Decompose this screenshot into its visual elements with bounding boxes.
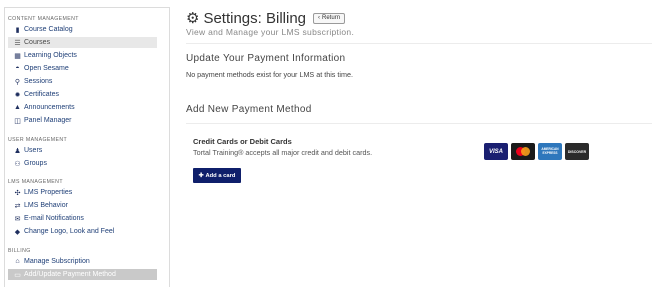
- sidebar-item-label: Users: [24, 147, 43, 154]
- sidebar-item-label: Groups: [24, 160, 47, 167]
- sidebar-item-label: Manage Subscription: [24, 258, 90, 265]
- chevron-left-icon: ‹: [318, 15, 321, 21]
- amex-logo: AMERICAN EXPRESS: [538, 143, 562, 160]
- sidebar-item-lms-properties[interactable]: ✣ LMS Properties: [8, 187, 157, 198]
- user-icon: ♟: [14, 147, 21, 155]
- certificate-icon: ✹: [14, 91, 21, 99]
- bank-icon: ⌂: [15, 258, 20, 265]
- tint-icon: ◆: [14, 228, 21, 236]
- sidebar-item-label: Sessions: [24, 78, 53, 85]
- list-icon: ☰: [14, 39, 21, 47]
- sidebar-item-open-sesame[interactable]: ◓ Open Sesame: [8, 63, 157, 74]
- sidebar-item-label: Open Sesame: [24, 65, 69, 72]
- sidebar-item-announcements[interactable]: ▲ Announcements: [8, 102, 157, 113]
- sidebar-item-learning-objects[interactable]: ▦ Learning Objects: [8, 50, 157, 61]
- book-icon: ▮: [15, 26, 20, 34]
- sidebar-item-users[interactable]: ♟ Users: [8, 145, 157, 156]
- sidebar-item-manage-subscription[interactable]: ⌂ Manage Subscription: [8, 256, 157, 267]
- return-button[interactable]: ‹ Return: [313, 12, 346, 24]
- sidebar-item-label: Courses: [24, 39, 51, 46]
- header-divider: [186, 43, 652, 44]
- sidebar-item-label: Course Catalog: [24, 26, 73, 33]
- sidebar-item-label: Add/Update Payment Method: [24, 271, 116, 278]
- map-marker-icon: ⚲: [14, 78, 21, 86]
- sitemap-icon: ✣: [14, 189, 21, 197]
- card-type-description: Tortal Training® accepts all major credi…: [193, 148, 373, 157]
- sidebar-item-courses[interactable]: ☰ Courses: [8, 37, 157, 48]
- page-subtitle: View and Manage your LMS subscription.: [186, 27, 355, 37]
- sidebar-item-label: E-mail Notifications: [24, 215, 84, 222]
- plus-icon: ✚: [198, 172, 204, 179]
- new-method-divider: [186, 123, 652, 124]
- sidebar-item-email-notifications[interactable]: ✉ E-mail Notifications: [8, 213, 157, 224]
- page-title: Settings: Billing: [203, 9, 307, 27]
- panel-icon: ◫: [14, 117, 21, 125]
- new-method-heading: Add New Payment Method: [186, 104, 312, 115]
- sidebar-item-panel-manager[interactable]: ◫ Panel Manager: [8, 115, 157, 126]
- grid-icon: ▦: [14, 52, 21, 60]
- sidebar-item-label: Announcements: [24, 104, 75, 111]
- section-title-lms-management: LMS MANAGEMENT: [8, 179, 63, 185]
- add-card-button-label: Add a card: [205, 172, 236, 179]
- visa-logo: VISA: [484, 143, 508, 160]
- sidebar-item-add-update-payment[interactable]: ▭ Add/Update Payment Method: [8, 269, 157, 280]
- mastercard-orange-circle: [521, 147, 530, 156]
- sidebar-item-change-logo[interactable]: ◆ Change Logo, Look and Feel: [8, 226, 157, 237]
- sidebar-item-lms-behavior[interactable]: ⇄ LMS Behavior: [8, 200, 157, 211]
- sidebar-item-certificates[interactable]: ✹ Certificates: [8, 89, 157, 100]
- sidebar-item-groups[interactable]: ⚇ Groups: [8, 158, 157, 169]
- group-icon: ⚇: [14, 160, 21, 168]
- sidebar-item-label: LMS Properties: [24, 189, 73, 196]
- sidebar-item-course-catalog[interactable]: ▮ Course Catalog: [8, 24, 157, 35]
- payment-info-heading: Update Your Payment Information: [186, 53, 346, 64]
- page-header: ⚙ Settings: Billing ‹ Return: [186, 9, 346, 27]
- card-brand-logos: VISA AMERICAN EXPRESS DISCOVER: [484, 143, 589, 160]
- gear-icon: ⚙: [186, 9, 200, 27]
- card-type-title: Credit Cards or Debit Cards: [193, 137, 292, 146]
- section-title-content-management: CONTENT MANAGEMENT: [8, 16, 79, 22]
- sidebar-item-label: Certificates: [24, 91, 60, 98]
- sidebar-item-label: Panel Manager: [24, 117, 72, 124]
- open-sesame-icon: ◓: [15, 65, 20, 72]
- section-title-user-management: USER MANAGEMENT: [8, 137, 68, 143]
- exchange-icon: ⇄: [14, 202, 21, 210]
- section-title-billing: BILLING: [8, 248, 31, 254]
- return-button-label: Return: [322, 15, 341, 21]
- credit-card-icon: ▭: [14, 271, 21, 279]
- sidebar-item-label: Learning Objects: [24, 52, 77, 59]
- add-card-button[interactable]: ✚ Add a card: [193, 168, 241, 183]
- no-payment-methods-note: No payment methods exist for your LMS at…: [186, 70, 353, 79]
- sidebar-item-sessions[interactable]: ⚲ Sessions: [8, 76, 157, 87]
- discover-logo: DISCOVER: [565, 143, 589, 160]
- bell-icon: ▲: [14, 104, 21, 111]
- sidebar-item-label: LMS Behavior: [24, 202, 68, 209]
- sidebar-item-label: Change Logo, Look and Feel: [24, 228, 115, 235]
- mastercard-logo: [511, 143, 535, 160]
- envelope-icon: ✉: [14, 215, 21, 223]
